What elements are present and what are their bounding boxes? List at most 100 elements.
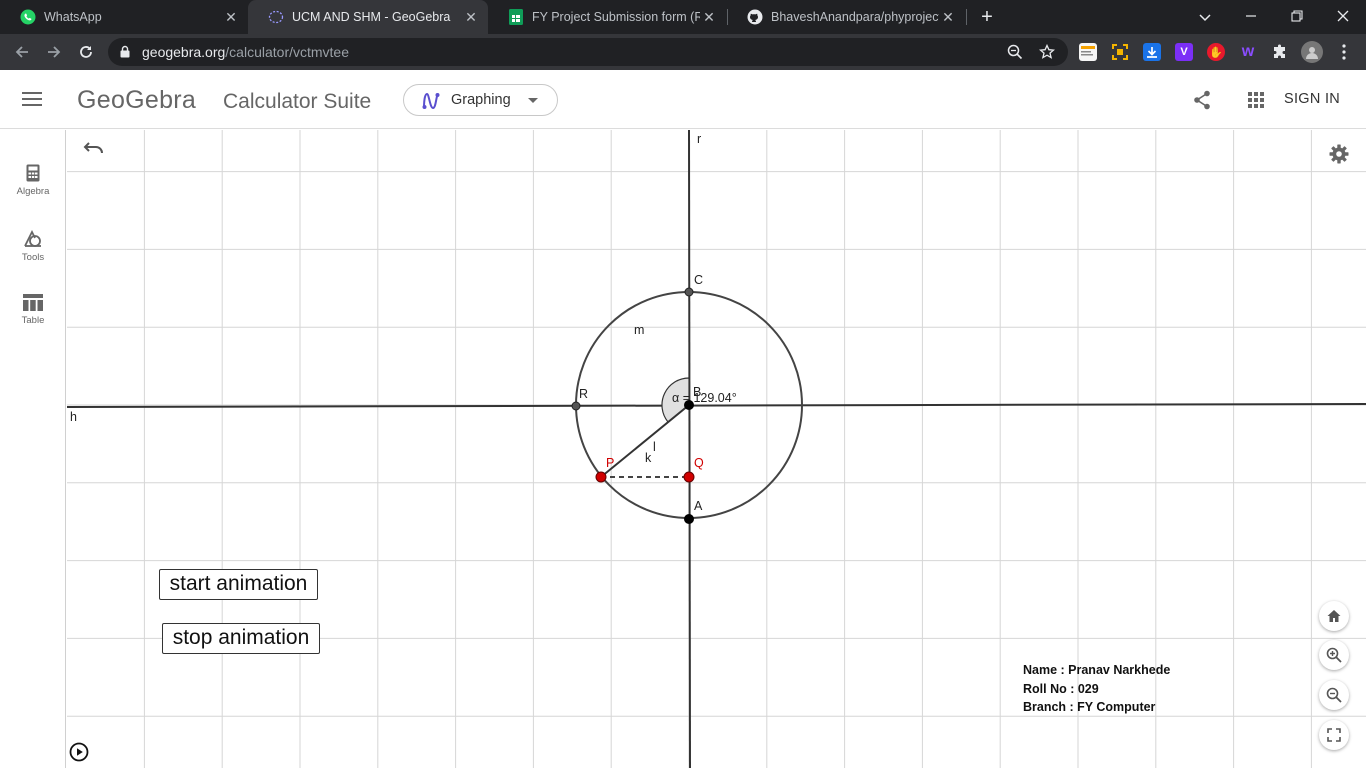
- screenshot-extension-icon[interactable]: [1111, 43, 1129, 61]
- adblock-extension-icon[interactable]: ✋: [1207, 43, 1225, 61]
- app-picker-dropdown[interactable]: Graphing: [403, 84, 558, 116]
- point-r[interactable]: [571, 401, 581, 411]
- sidebar-item-tools[interactable]: Tools: [0, 230, 66, 263]
- suite-title: Calculator Suite: [223, 90, 372, 113]
- zoom-in-icon: [1326, 647, 1342, 663]
- sidebar-item-label: Table: [21, 315, 45, 326]
- stop-animation-button[interactable]: stop animation: [162, 623, 320, 654]
- restore-button[interactable]: [1284, 4, 1310, 30]
- new-tab-button[interactable]: +: [976, 6, 998, 28]
- geogebra-logo[interactable]: GeoGebra: [77, 86, 196, 115]
- sign-in-button[interactable]: SIGN IN: [1284, 91, 1340, 107]
- address-bar[interactable]: geogebra.org/calculator/vctmvtee: [108, 38, 1068, 66]
- settings-button[interactable]: [1329, 144, 1349, 169]
- extensions-puzzle-icon[interactable]: [1271, 43, 1289, 61]
- share-icon[interactable]: [1193, 90, 1211, 115]
- play-icon: [69, 742, 89, 762]
- tab-github[interactable]: BhaveshAnandpara/phyproject: A ✕: [727, 0, 965, 34]
- vertical-line-r[interactable]: [688, 130, 691, 768]
- point-c[interactable]: [684, 287, 694, 297]
- roll-number-text: Roll No : 029: [1023, 681, 1099, 696]
- github-icon: [747, 9, 763, 25]
- segment-label-k: k: [645, 451, 652, 465]
- sidebar-item-table[interactable]: Table: [0, 294, 66, 326]
- url-path: /calculator/vctmvtee: [225, 44, 350, 60]
- profile-avatar-icon[interactable]: [1301, 41, 1323, 63]
- zoom-out-icon: [1326, 687, 1342, 703]
- url-text: geogebra.org/calculator/vctmvtee: [142, 44, 349, 60]
- play-animation-button[interactable]: [69, 742, 89, 767]
- geogebra-icon: [268, 9, 284, 25]
- forward-button[interactable]: [41, 39, 67, 65]
- start-animation-button[interactable]: start animation: [159, 569, 318, 600]
- wave-extension-icon[interactable]: w: [1239, 43, 1257, 61]
- whatsapp-icon: [20, 9, 36, 25]
- tab-search-icon[interactable]: [1192, 4, 1218, 30]
- tab-title: UCM AND SHM - GeoGebra: [292, 10, 451, 24]
- sidebar-item-algebra[interactable]: Algebra: [0, 164, 66, 197]
- apps-grid-icon[interactable]: [1248, 92, 1264, 113]
- graph-canvas[interactable]: [67, 130, 1366, 768]
- student-info: Name : Pranav Narkhede Roll No : 029 Bra…: [1023, 661, 1170, 717]
- zoom-icon[interactable]: [1006, 43, 1024, 61]
- axis-label-r: r: [697, 132, 702, 146]
- back-button[interactable]: [9, 39, 35, 65]
- arrow-left-icon: [15, 46, 28, 58]
- angle-label-alpha: α = 129.04°: [672, 391, 737, 405]
- segment-label-l: l: [653, 440, 656, 454]
- close-icon[interactable]: ✕: [222, 9, 240, 26]
- menu-icon[interactable]: [22, 92, 42, 110]
- side-panel: Algebra Tools Table: [0, 130, 66, 768]
- caret-down-icon: [528, 98, 538, 103]
- branch-text: Branch : FY Computer: [1023, 700, 1156, 714]
- tab-title: WhatsApp: [44, 10, 102, 24]
- point-label-a: A: [694, 499, 703, 513]
- point-label-p: P: [606, 456, 615, 470]
- tab-sheets[interactable]: FY Project Submission form (Resp ✕: [488, 0, 726, 34]
- lock-icon: [120, 45, 130, 58]
- home-icon: [1327, 610, 1341, 622]
- gear-icon: [1329, 144, 1349, 164]
- point-q[interactable]: [683, 471, 695, 483]
- home-button[interactable]: [1319, 601, 1349, 631]
- point-label-q: Q: [694, 456, 704, 470]
- tab-whatsapp[interactable]: WhatsApp ✕: [0, 0, 248, 34]
- graphing-icon: [422, 92, 440, 110]
- point-label-r: R: [579, 387, 589, 401]
- zoom-out-button[interactable]: [1319, 680, 1349, 710]
- minimize-button[interactable]: [1238, 4, 1264, 30]
- point-p[interactable]: [595, 471, 607, 483]
- graphics-view[interactable]: r h C R B P Q A m l k α = 129.04° start …: [67, 130, 1366, 768]
- google-sheets-icon: [508, 9, 524, 25]
- calculator-icon: [26, 164, 40, 182]
- tools-icon: [24, 230, 41, 247]
- name-text: Name : Pranav Narkhede: [1023, 663, 1171, 677]
- vpn-extension-icon[interactable]: V: [1175, 43, 1193, 61]
- geogebra-header: GeoGebra Calculator Suite Graphing SIGN …: [0, 70, 1366, 129]
- bookmark-star-icon[interactable]: [1038, 43, 1056, 61]
- undo-button[interactable]: [83, 140, 109, 160]
- zoom-in-button[interactable]: [1319, 640, 1349, 670]
- point-label-c: C: [694, 273, 704, 287]
- url-domain: geogebra.org: [142, 44, 226, 60]
- sidebar-item-label: Algebra: [16, 186, 50, 197]
- point-a[interactable]: [684, 514, 694, 524]
- fullscreen-button[interactable]: [1319, 720, 1349, 750]
- grid: [67, 130, 1366, 768]
- tab-title: FY Project Submission form (Resp: [532, 10, 700, 24]
- browser-toolbar: geogebra.org/calculator/vctmvtee V ✋ w: [0, 34, 1366, 70]
- download-extension-icon[interactable]: [1143, 43, 1161, 61]
- circle-label-m: m: [634, 323, 645, 337]
- close-icon[interactable]: ✕: [700, 9, 718, 26]
- app-picker-label: Graphing: [451, 92, 511, 108]
- tab-separator: [966, 9, 967, 25]
- close-window-button[interactable]: [1330, 4, 1356, 30]
- tab-geogebra[interactable]: UCM AND SHM - GeoGebra ✕: [248, 0, 488, 34]
- close-icon[interactable]: ✕: [462, 9, 480, 26]
- notes-extension-icon[interactable]: [1079, 43, 1097, 61]
- browser-menu-icon[interactable]: [1335, 43, 1353, 61]
- close-icon[interactable]: ✕: [939, 9, 957, 26]
- browser-tab-strip: WhatsApp ✕ UCM AND SHM - GeoGebra ✕ FY P…: [0, 0, 1366, 34]
- reload-button[interactable]: [73, 39, 99, 65]
- tab-title: BhaveshAnandpara/phyproject: A: [771, 10, 939, 24]
